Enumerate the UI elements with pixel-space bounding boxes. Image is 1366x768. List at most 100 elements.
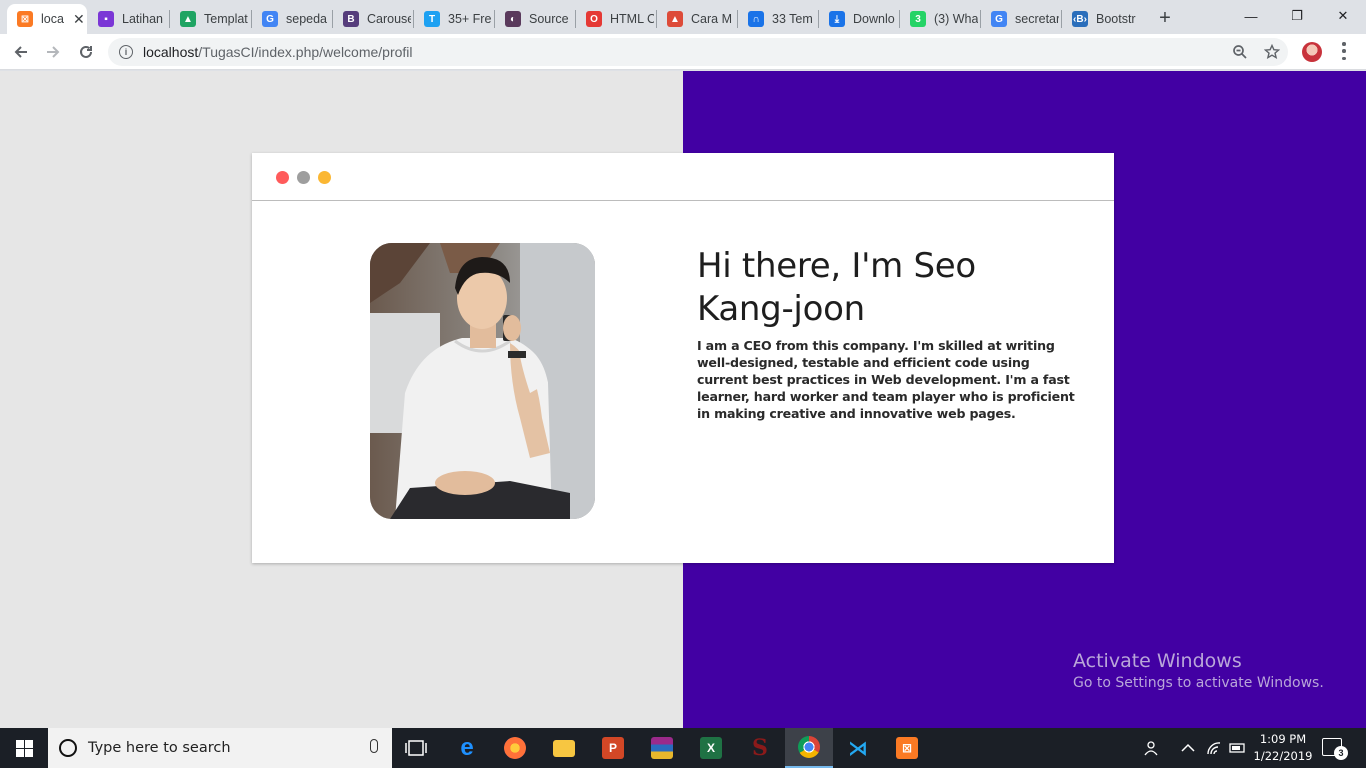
browser-tab[interactable]: ◐ Source	[495, 4, 575, 34]
arrow-right-icon	[47, 46, 60, 58]
search-placeholder: Type here to search	[88, 740, 231, 756]
whatsapp-icon: 3	[910, 11, 926, 27]
page-viewport: Hi there, I'm Seo Kang-joon I am a CEO f…	[0, 71, 1366, 728]
tab-title: sepeda	[286, 12, 328, 26]
drive-icon: ▲	[180, 11, 196, 27]
tab-title: loca	[41, 12, 64, 26]
tab-title: HTML C	[610, 12, 654, 26]
tab-title: Templat	[204, 12, 248, 26]
forward-button[interactable]	[39, 38, 67, 66]
winrar-icon	[651, 737, 673, 759]
browser-tab[interactable]: ⤓ Downlo	[819, 4, 899, 34]
browser-tab[interactable]: O HTML C	[576, 4, 656, 34]
browser-menu-icon[interactable]	[1342, 42, 1346, 60]
yellow-dot-icon	[318, 171, 331, 184]
maximize-button[interactable]: ❐	[1274, 0, 1320, 32]
angular-icon: ▲	[667, 11, 683, 27]
gray-dot-icon	[297, 171, 310, 184]
watermark-subtitle: Go to Settings to activate Windows.	[1073, 675, 1324, 691]
reload-icon	[80, 45, 92, 58]
start-button[interactable]	[0, 728, 48, 768]
firefox-taskbar-button[interactable]	[491, 728, 539, 768]
arrow-left-icon	[14, 46, 27, 58]
tab-title: Source	[529, 12, 569, 26]
system-clock[interactable]: 1:09 PM 1/22/2019	[1252, 731, 1314, 765]
browser-tab[interactable]: ▲ Templat	[170, 4, 250, 34]
s-app-icon: S	[752, 735, 768, 761]
address-bar[interactable]: i localhost/TugasCI/index.php/welcome/pr…	[108, 38, 1288, 66]
t-icon: T	[424, 11, 440, 27]
profile-text: Hi there, I'm Seo Kang-joon I am a CEO f…	[697, 245, 1077, 422]
people-icon[interactable]	[1144, 728, 1162, 768]
browser-tab[interactable]: 3 (3) Wha	[900, 4, 980, 34]
close-window-button[interactable]: ✕	[1320, 0, 1366, 32]
activate-windows-watermark: Activate Windows Go to Settings to activ…	[1073, 650, 1324, 691]
winrar-taskbar-button[interactable]	[638, 728, 686, 768]
wifi-icon[interactable]	[1206, 728, 1222, 768]
close-tab-icon[interactable]: ✕	[73, 11, 85, 28]
tab-title: Bootstr	[1096, 12, 1136, 26]
vscode-taskbar-button[interactable]: ⋊	[834, 728, 882, 768]
url-host: localhost	[143, 44, 199, 60]
tab-title: 33 Tem	[772, 12, 813, 26]
battery-icon[interactable]	[1229, 728, 1247, 768]
browser-tab[interactable]: ▪ Latihan	[88, 4, 168, 34]
windows-logo-icon	[15, 739, 33, 757]
windows-taskbar: Type here to search e P X S ⋊ ⊠ 1:09 PM …	[0, 728, 1366, 768]
tab-separator	[251, 10, 252, 28]
reload-button[interactable]	[72, 38, 100, 66]
tab-separator	[899, 10, 900, 28]
back-button[interactable]	[7, 38, 35, 66]
bootstrap-icon: ‹B›	[1072, 11, 1088, 27]
card-window-bar	[252, 153, 1114, 201]
browser-tab[interactable]: ▲ Cara M	[657, 4, 737, 34]
browser-tab[interactable]: Gsecretar	[981, 4, 1061, 34]
tab-separator	[737, 10, 738, 28]
watermark-title: Activate Windows	[1073, 650, 1242, 672]
browser-tab[interactable]: B Carouse	[333, 4, 413, 34]
profile-heading: Hi there, I'm Seo Kang-joon	[697, 246, 976, 329]
browser-tab[interactable]: Gsepeda	[252, 4, 332, 34]
bookmark-star-icon[interactable]	[1264, 44, 1280, 60]
notification-count-badge: 3	[1334, 746, 1348, 760]
powerpoint-icon: P	[602, 737, 624, 759]
browser-tab[interactable]: ⊠ loca ✕	[7, 4, 87, 34]
browser-tab[interactable]: ∩ 33 Tem	[738, 4, 818, 34]
task-view-icon	[405, 740, 427, 756]
browser-tab[interactable]: T 35+ Fre	[414, 4, 494, 34]
zoom-icon[interactable]	[1232, 44, 1248, 60]
chevron-up-icon[interactable]	[1181, 728, 1195, 768]
xampp-icon: ⊠	[896, 737, 918, 759]
tab-separator	[413, 10, 414, 28]
clock-time: 1:09 PM	[1259, 732, 1307, 746]
file-explorer-taskbar-button[interactable]	[540, 728, 588, 768]
tab-separator	[332, 10, 333, 28]
new-tab-button[interactable]: +	[1153, 6, 1177, 30]
xampp-taskbar-button[interactable]: ⊠	[883, 728, 931, 768]
browser-toolbar: i localhost/TugasCI/index.php/welcome/pr…	[0, 34, 1366, 70]
taskbar-search-box[interactable]: Type here to search	[48, 728, 392, 768]
vscode-icon: ⋊	[848, 737, 868, 760]
opera-icon: O	[586, 11, 602, 27]
profile-avatar[interactable]	[1302, 42, 1322, 62]
info-icon[interactable]: i	[119, 45, 133, 59]
folder-icon	[553, 739, 575, 757]
minimize-button[interactable]: —	[1228, 0, 1274, 32]
profile-card: Hi there, I'm Seo Kang-joon I am a CEO f…	[252, 153, 1114, 563]
xampp-icon: ⊠	[17, 11, 33, 27]
url-path: /TugasCI/index.php/welcome/profil	[198, 44, 413, 60]
browser-tab[interactable]: ‹B› Bootstr	[1062, 4, 1142, 34]
tab-separator	[980, 10, 981, 28]
tab-title: Cara M	[691, 12, 732, 26]
task-view-button[interactable]	[392, 728, 440, 768]
firefox-icon	[504, 737, 526, 759]
edge-taskbar-button[interactable]: e	[443, 728, 491, 768]
bootstrap-icon: B	[343, 11, 359, 27]
chrome-taskbar-button[interactable]	[785, 728, 833, 768]
excel-taskbar-button[interactable]: X	[687, 728, 735, 768]
app-s-taskbar-button[interactable]: S	[736, 728, 784, 768]
powerpoint-taskbar-button[interactable]: P	[589, 728, 637, 768]
profile-photo	[370, 243, 595, 519]
microphone-icon[interactable]	[370, 739, 378, 753]
url-text: localhost/TugasCI/index.php/welcome/prof…	[143, 44, 413, 60]
